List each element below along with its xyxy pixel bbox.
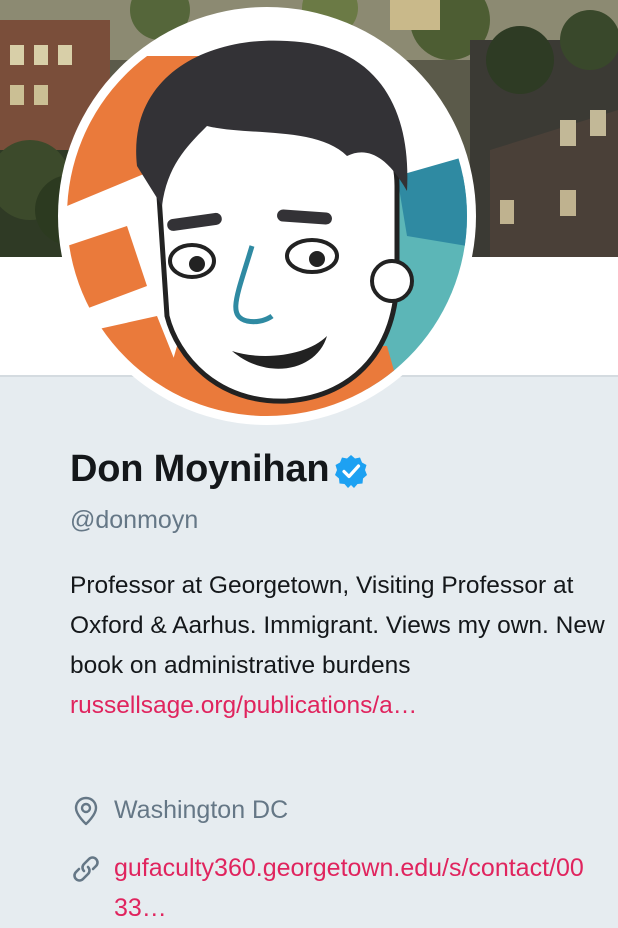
profile-location: Washington DC	[70, 790, 288, 830]
avatar[interactable]	[67, 16, 467, 416]
location-text: Washington DC	[114, 796, 289, 824]
profile-name[interactable]: Don Moynihan	[70, 448, 330, 491]
website-link[interactable]: gufaculty360.georgetown.edu/s/contact/00…	[114, 848, 584, 928]
profile-bio: Professor at Georgetown, Visiting Profes…	[70, 566, 610, 726]
location-pin-icon	[70, 795, 102, 827]
verified-badge-icon	[333, 453, 369, 489]
profile-name-row: Don Moynihan	[70, 448, 369, 491]
bio-link[interactable]: russellsage.org/publications/a…	[70, 692, 417, 719]
bio-text: Professor at Georgetown, Visiting Profes…	[70, 572, 605, 679]
profile-handle[interactable]: @donmoyn	[70, 506, 198, 535]
profile-website: gufaculty360.georgetown.edu/s/contact/00…	[70, 848, 584, 928]
link-icon	[70, 853, 102, 885]
